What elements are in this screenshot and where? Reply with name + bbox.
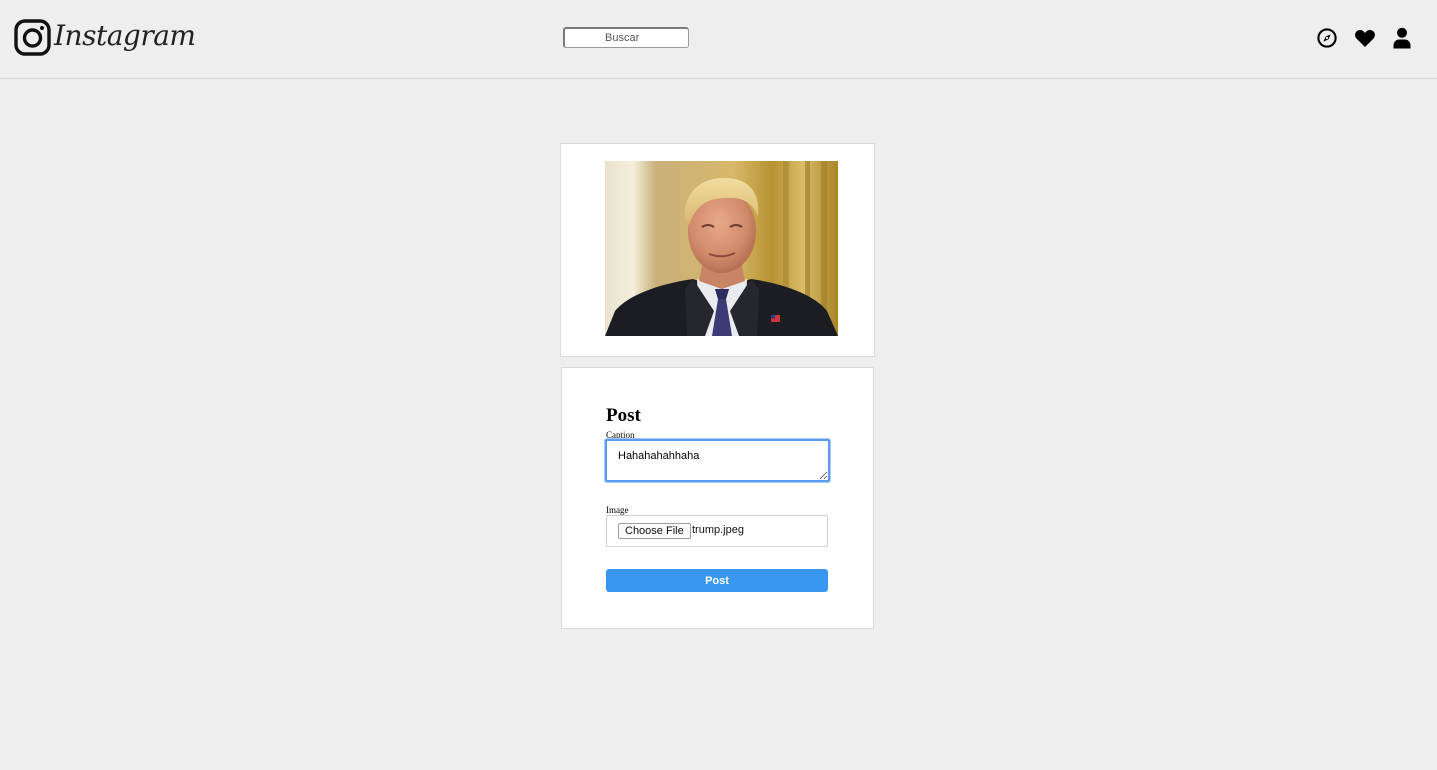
user-icon[interactable] (1390, 26, 1414, 50)
image-label: Image (606, 505, 629, 515)
search-input[interactable] (563, 27, 689, 48)
image-preview-card (560, 143, 875, 357)
brand-wordmark: Instagram (54, 19, 196, 52)
selected-file-name: trump.jpeg (692, 524, 744, 536)
image-file-input[interactable]: Choose File trump.jpeg (606, 515, 828, 547)
form-title: Post (606, 405, 641, 426)
heart-icon[interactable] (1353, 26, 1377, 50)
choose-file-button[interactable]: Choose File (618, 523, 691, 539)
new-post-form-card: Post Caption Hahahahahhaha Image Choose … (561, 367, 874, 629)
top-navigation-bar: Instagram (0, 0, 1437, 79)
caption-textarea[interactable]: Hahahahahhaha (605, 439, 830, 482)
instagram-camera-icon (14, 19, 51, 56)
compass-icon[interactable] (1315, 26, 1339, 50)
uploaded-image-preview (605, 161, 838, 336)
instagram-logo-link[interactable]: Instagram (14, 19, 196, 56)
post-submit-button[interactable]: Post (606, 569, 828, 592)
